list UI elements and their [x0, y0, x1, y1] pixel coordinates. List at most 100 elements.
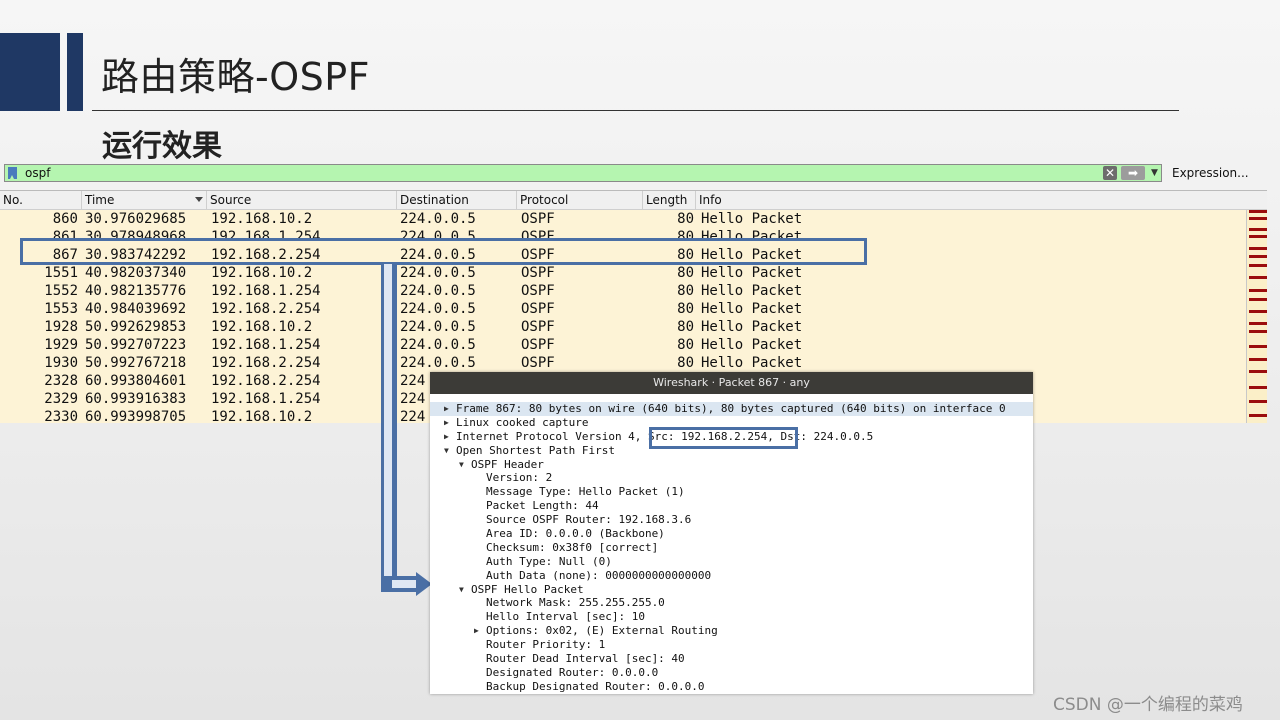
tree-item[interactable]: Packet Length: 44 [430, 499, 1033, 513]
table-row[interactable]: 860 30.976029685 192.168.10.2 224.0.0.5 OSPF… [0, 210, 1246, 228]
tree-item[interactable]: ▼ OSPF Header [430, 458, 1033, 472]
table-cell-proto: OSPF [521, 337, 555, 353]
table-cell-proto: OSPF [521, 301, 555, 317]
tree-item[interactable]: Router Priority: 1 [430, 638, 1033, 652]
expand-down-icon[interactable]: ▼ [459, 458, 464, 472]
column-time-label: Time [85, 193, 115, 207]
table-cell-src: 192.168.1.254 [211, 283, 321, 299]
tree-item[interactable]: Backup Designated Router: 0.0.0.0 [430, 680, 1033, 694]
table-cell-dst: 224 [400, 373, 426, 389]
expand-right-icon[interactable]: ▶ [444, 430, 449, 444]
expand-down-icon[interactable]: ▼ [459, 583, 464, 597]
table-cell-time: 30.976029685 [85, 211, 187, 227]
tree-item[interactable]: Version: 2 [430, 471, 1033, 485]
table-cell-time: 60.993804601 [85, 373, 187, 389]
apply-filter-icon[interactable]: ➡ [1121, 166, 1145, 180]
display-filter-input[interactable]: ospf ✕ ➡ ▼ [4, 164, 1162, 182]
column-protocol[interactable]: Protocol [517, 191, 643, 209]
expand-down-icon[interactable]: ▼ [444, 444, 449, 458]
table-row[interactable]: 1929 50.992707223 192.168.1.254 224.0.0.5 OS… [0, 336, 1246, 354]
tree-item[interactable]: Router Dead Interval [sec]: 40 [430, 652, 1033, 666]
chevron-down-icon[interactable]: ▼ [1151, 166, 1161, 180]
tree-item-label: Message Type: Hello Packet (1) [486, 485, 685, 499]
tree-item-label: Open Shortest Path First [456, 443, 615, 457]
table-cell-src: 192.168.10.2 [211, 409, 313, 423]
tree-item-label: Packet Length: 44 [486, 499, 599, 513]
title-divider [92, 110, 1179, 111]
tree-item[interactable]: Checksum: 0x38f0 [correct] [430, 541, 1033, 555]
packet-minimap-scrollbar[interactable] [1246, 210, 1267, 423]
table-cell-time: 40.982135776 [85, 283, 187, 299]
table-cell-proto: OSPF [521, 355, 555, 371]
tree-item[interactable]: Message Type: Hello Packet (1) [430, 485, 1033, 499]
tree-item-label: Designated Router: 0.0.0.0 [486, 665, 659, 679]
table-cell-src: 192.168.2.254 [211, 373, 321, 389]
slide-title: 路由策略-OSPF [101, 55, 371, 99]
tree-item-label: Frame 867: 80 bytes on wire (640 bits), … [456, 402, 1006, 415]
tree-item[interactable]: Source OSPF Router: 192.168.3.6 [430, 513, 1033, 527]
table-cell-no: 1930 [44, 355, 78, 371]
tree-item[interactable]: ▶ Options: 0x02, (E) External Routing [430, 624, 1033, 638]
display-filter-value: ospf [25, 166, 51, 180]
tree-item-label: OSPF Hello Packet [471, 582, 584, 596]
table-cell-time: 50.992629853 [85, 319, 187, 335]
table-cell-time: 60.993998705 [85, 409, 187, 423]
table-cell-time: 50.992707223 [85, 337, 187, 353]
table-cell-time: 50.992767218 [85, 355, 187, 371]
tree-item-label: Linux cooked capture [456, 415, 589, 429]
bookmark-icon[interactable] [8, 167, 17, 179]
table-cell-len: 80 [677, 265, 694, 281]
packet-list-header: No. Time Source Destination Protocol Len… [0, 191, 1267, 210]
table-cell-info: Hello Packet [701, 355, 803, 371]
table-cell-dst: 224.0.0.5 [400, 211, 476, 227]
table-cell-proto: OSPF [521, 211, 555, 227]
table-cell-proto: OSPF [521, 265, 555, 281]
column-time[interactable]: Time [82, 191, 207, 209]
clear-filter-icon[interactable]: ✕ [1103, 166, 1117, 180]
table-cell-dst: 224.0.0.5 [400, 301, 476, 317]
table-cell-info: Hello Packet [701, 319, 803, 335]
table-cell-src: 192.168.2.254 [211, 355, 321, 371]
table-cell-proto: OSPF [521, 283, 555, 299]
table-cell-no: 2328 [44, 373, 78, 389]
tree-item[interactable]: Designated Router: 0.0.0.0 [430, 666, 1033, 680]
tree-item[interactable]: ▶ Frame 867: 80 bytes on wire (640 bits),… [430, 402, 1033, 416]
table-row[interactable]: 1930 50.992767218 192.168.2.254 224.0.0.5 OS… [0, 354, 1246, 372]
column-destination[interactable]: Destination [397, 191, 517, 209]
expand-right-icon[interactable]: ▶ [474, 624, 479, 638]
table-row[interactable]: 1551 40.982037340 192.168.10.2 224.0.0.5 OSP… [0, 264, 1246, 282]
table-cell-len: 80 [677, 301, 694, 317]
selected-packet-callout [20, 238, 867, 265]
table-row[interactable]: 1553 40.984039692 192.168.2.254 224.0.0.5 OS… [0, 300, 1246, 318]
table-cell-src: 192.168.10.2 [211, 319, 313, 335]
tree-item[interactable]: Auth Data (none): 0000000000000000 [430, 569, 1033, 583]
expand-right-icon[interactable]: ▶ [444, 402, 449, 416]
column-info[interactable]: Info [696, 191, 1267, 209]
tree-item[interactable]: Network Mask: 255.255.255.0 [430, 596, 1033, 610]
table-cell-time: 40.984039692 [85, 301, 187, 317]
expand-right-icon[interactable]: ▶ [444, 416, 449, 430]
tree-item[interactable]: ▼ OSPF Hello Packet [430, 583, 1033, 597]
table-cell-no: 1553 [44, 301, 78, 317]
tree-item[interactable]: Hello Interval [sec]: 10 [430, 610, 1033, 624]
tree-item-label: Router Dead Interval [sec]: 40 [486, 652, 685, 666]
table-cell-info: Hello Packet [701, 211, 803, 227]
column-no[interactable]: No. [0, 191, 82, 209]
table-row[interactable]: 1928 50.992629853 192.168.10.2 224.0.0.5 OSP… [0, 318, 1246, 336]
table-cell-no: 1552 [44, 283, 78, 299]
tree-item[interactable]: Area ID: 0.0.0.0 (Backbone) [430, 527, 1033, 541]
table-cell-src: 192.168.1.254 [211, 337, 321, 353]
table-cell-no: 2330 [44, 409, 78, 423]
column-source[interactable]: Source [207, 191, 397, 209]
packet-window-title[interactable]: Wireshark · Packet 867 · any [430, 372, 1033, 394]
table-cell-no: 2329 [44, 391, 78, 407]
table-cell-src: 192.168.10.2 [211, 265, 313, 281]
tree-item-label: Source OSPF Router: 192.168.3.6 [486, 513, 692, 527]
tree-item[interactable]: Auth Type: Null (0) [430, 555, 1033, 569]
table-row[interactable]: 1552 40.982135776 192.168.1.254 224.0.0.5 OS… [0, 282, 1246, 300]
callout-arrow-shaft [381, 264, 397, 592]
expression-button[interactable]: Expression... [1172, 166, 1249, 180]
table-cell-time: 40.982037340 [85, 265, 187, 281]
column-length[interactable]: Length [643, 191, 696, 209]
table-cell-proto: OSPF [521, 319, 555, 335]
